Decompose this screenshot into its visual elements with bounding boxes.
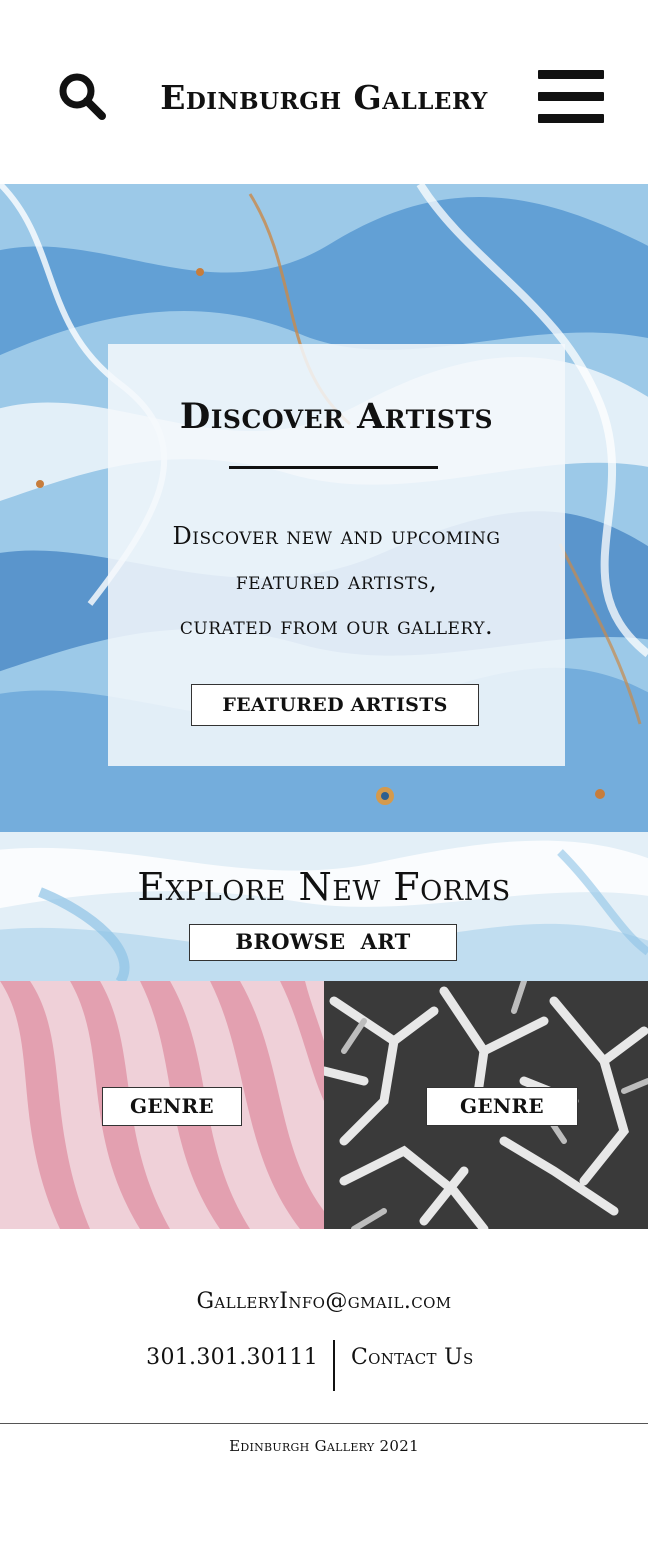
hero-section: Discover Artists Discover new and upcomi…	[0, 184, 648, 832]
footer-divider	[333, 1340, 335, 1391]
footer-rule	[0, 1423, 648, 1424]
phone-link[interactable]: 301.301.30111	[140, 1345, 318, 1370]
hero-title: Discover Artists	[179, 396, 494, 437]
contact-us-link[interactable]: Contact Us	[351, 1345, 474, 1370]
explore-title: Explore New Forms	[137, 865, 511, 909]
browse-art-button[interactable]: BROWSE ART	[189, 924, 457, 961]
hero-text-line: Discover new and upcoming	[172, 522, 501, 550]
genre-button[interactable]: GENRE	[426, 1087, 578, 1126]
genre-tile-pink[interactable]: GENRE	[0, 981, 324, 1229]
site-header: Edinburgh Gallery	[0, 0, 648, 184]
genre-button[interactable]: GENRE	[102, 1087, 242, 1126]
hamburger-menu-icon[interactable]	[538, 70, 604, 124]
title-underline	[229, 466, 438, 469]
hero-text-line: featured artists,	[235, 567, 438, 595]
email-link[interactable]: GalleryInfo@gmail.com	[0, 1289, 648, 1314]
hero-text-line: curated from our gallery.	[179, 612, 494, 640]
featured-artists-button[interactable]: FEATURED ARTISTS	[191, 684, 479, 726]
copyright-text: Edinburgh Gallery 2021	[229, 1437, 419, 1455]
explore-section: Explore New Forms BROWSE ART	[0, 832, 648, 981]
genre-tile-antler[interactable]: GENRE	[324, 981, 648, 1229]
discover-artists-card: Discover Artists Discover new and upcomi…	[108, 344, 565, 766]
site-footer: GalleryInfo@gmail.com 301.301.30111 Cont…	[0, 1229, 648, 1554]
hero-description: Discover new and upcoming featured artis…	[108, 514, 565, 649]
